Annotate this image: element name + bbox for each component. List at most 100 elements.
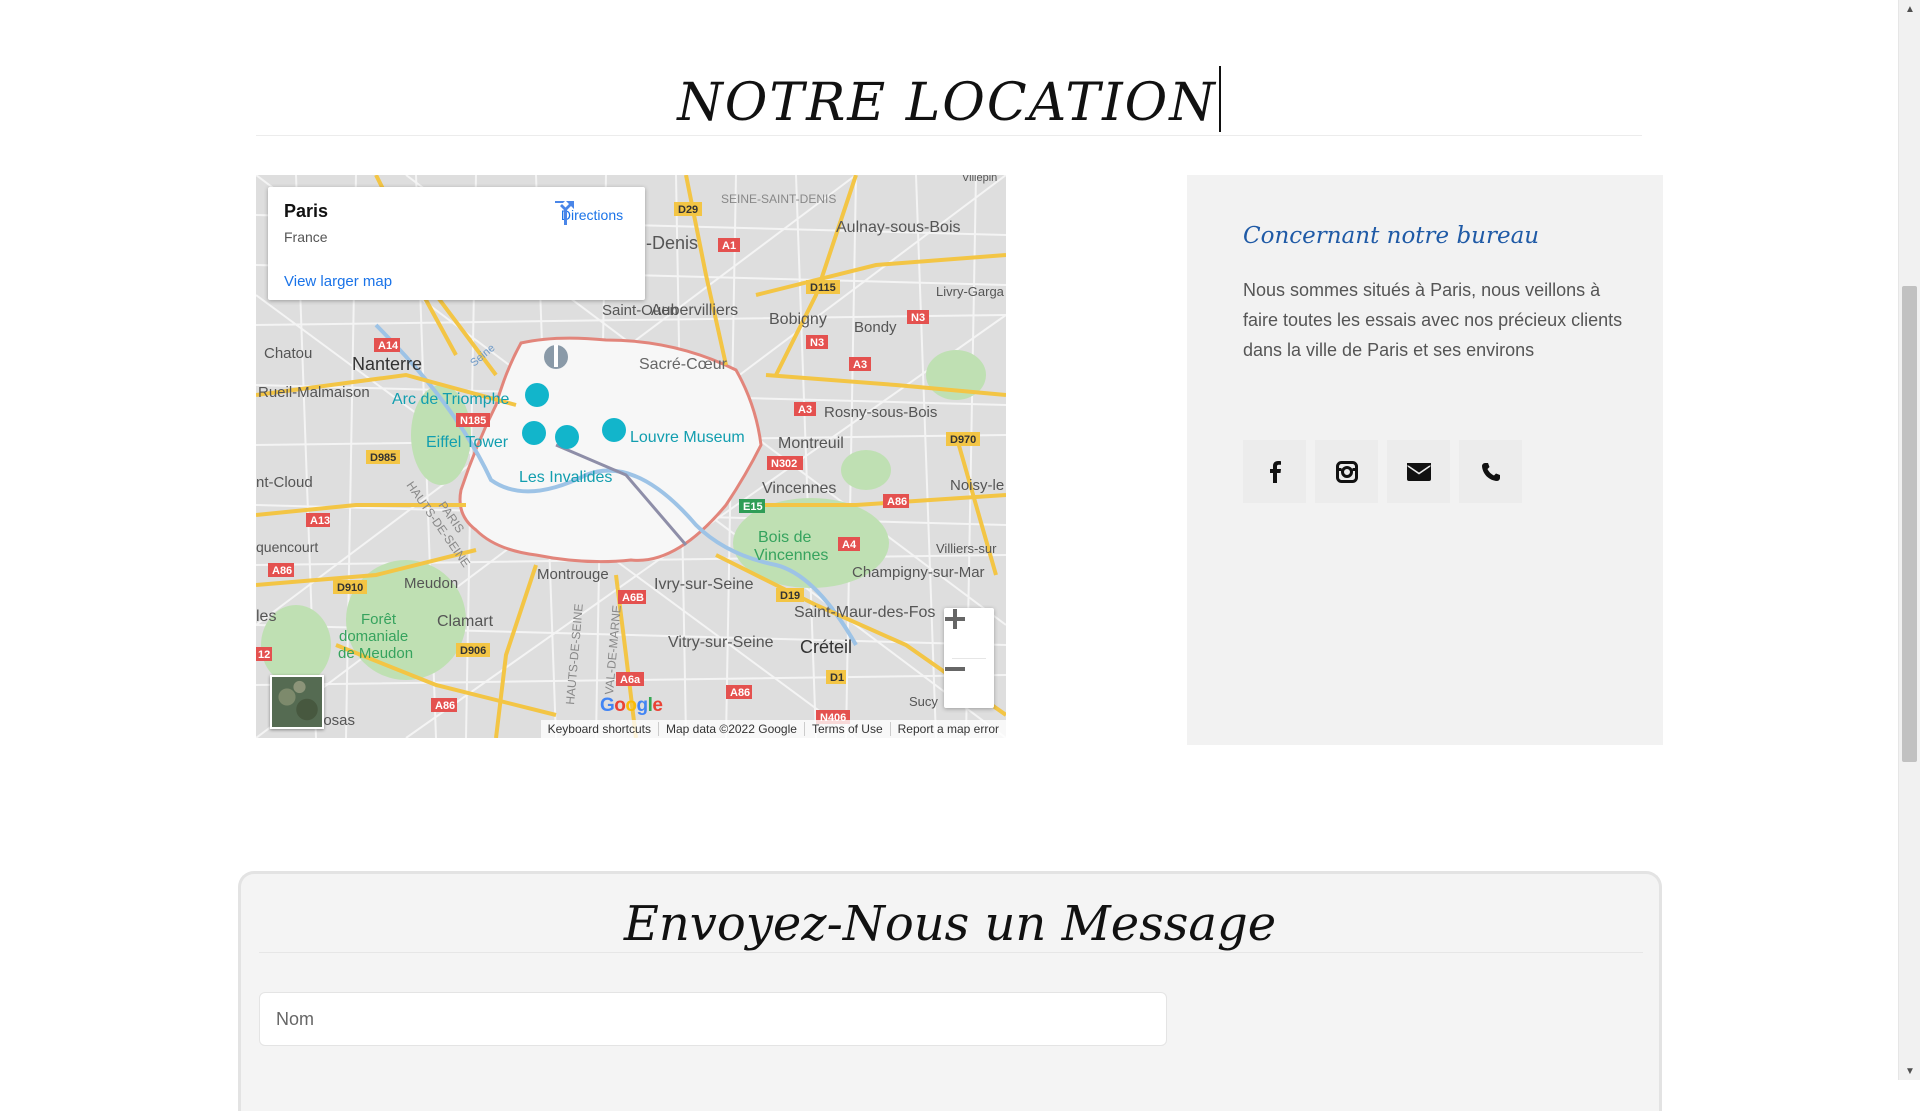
place-info-card: Paris France View larger map Directions — [268, 187, 645, 300]
road-shield: A13 — [306, 513, 330, 527]
map-label: Créteil — [800, 637, 852, 657]
zoom-out-button[interactable] — [944, 658, 994, 708]
map-label: Louvre Museum — [630, 429, 745, 446]
office-info-panel: Concernant notre bureau Nous sommes situ… — [1187, 175, 1663, 745]
map-label: -Denis — [646, 233, 698, 253]
vertical-scrollbar[interactable]: ▲ ▼ — [1898, 0, 1920, 1080]
svg-text:N185: N185 — [460, 415, 486, 427]
svg-text:A86: A86 — [887, 496, 907, 508]
svg-text:A86: A86 — [272, 565, 292, 577]
road-shield: D906 — [456, 643, 490, 657]
map-label: Livry-Garga — [936, 284, 1005, 299]
svg-text:A3: A3 — [853, 359, 867, 371]
svg-text:N3: N3 — [810, 337, 824, 349]
road-shield: D29 — [674, 202, 702, 216]
plus-icon — [945, 609, 965, 629]
svg-text:D910: D910 — [337, 582, 363, 594]
map-label: Chatou — [264, 345, 312, 362]
map-label: Bobigny — [769, 311, 827, 328]
svg-text:N3: N3 — [911, 312, 925, 324]
road-shield: A3 — [849, 357, 871, 371]
envelope-icon — [1406, 462, 1431, 481]
place-country: France — [284, 229, 328, 245]
google-map[interactable]: SEINE-SAINT-DENIS -Denis Aulnay-sous-Boi… — [256, 175, 1006, 738]
zoom-in-button[interactable] — [944, 608, 994, 658]
map-label: Sacré-Cœur — [639, 356, 728, 373]
road-shield: A86 — [268, 563, 294, 577]
road-shield: D1 — [826, 670, 846, 684]
map-label: Aulnay-sous-Bois — [836, 219, 961, 236]
svg-text:A6a: A6a — [620, 674, 641, 686]
report-map-error-link[interactable]: Report a map error — [891, 722, 1006, 736]
facebook-icon — [1269, 460, 1281, 483]
view-larger-map-link[interactable]: View larger map — [284, 273, 392, 290]
heading-divider — [256, 135, 1642, 136]
map-label: Bondy — [854, 319, 897, 336]
location-heading-text: NOTRE LOCATION — [677, 73, 1217, 133]
map-label: losas — [320, 712, 355, 729]
map-label: de Meudon — [338, 645, 413, 662]
social-links — [1243, 440, 1522, 503]
road-shield: A4 — [838, 537, 860, 551]
map-label: Eiffel Tower — [426, 434, 509, 451]
map-label: Ivry-sur-Seine — [654, 576, 754, 593]
road-shield: A86 — [883, 494, 909, 508]
road-shield: D19 — [776, 588, 804, 602]
keyboard-shortcuts-link[interactable]: Keyboard shortcuts — [541, 722, 659, 736]
map-label: les — [256, 608, 276, 625]
text-caret — [1218, 66, 1221, 132]
map-label: Villepin — [962, 175, 997, 184]
map-label: Montreuil — [778, 435, 844, 452]
map-label: Rueil-Malmaison — [258, 384, 370, 401]
svg-text:D29: D29 — [678, 204, 698, 216]
road-shield: A1 — [718, 238, 740, 252]
svg-text:D19: D19 — [780, 590, 800, 602]
road-shield: N3 — [907, 310, 929, 324]
map-label: domaniale — [339, 628, 408, 645]
map-label: Bois de — [758, 529, 811, 546]
svg-text:12: 12 — [258, 649, 270, 661]
email-button[interactable] — [1387, 440, 1450, 503]
map-label: Vincennes — [762, 480, 836, 497]
map-label: Villiers-sur — [936, 541, 997, 556]
svg-text:A3: A3 — [798, 404, 812, 416]
map-label: Meudon — [404, 575, 458, 592]
map-label: Clamart — [437, 613, 494, 630]
page: NOTRE LOCATION SEINE-SAINT-DENIS -Denis … — [0, 0, 1898, 1111]
contact-form: Envoyez-Nous un Message — [238, 871, 1662, 1111]
map-label: Forêt — [361, 611, 397, 628]
road-shield: D970 — [946, 432, 980, 446]
svg-text:D906: D906 — [460, 645, 486, 657]
facebook-button[interactable] — [1243, 440, 1306, 503]
scroll-thumb[interactable] — [1902, 286, 1917, 762]
phone-button[interactable] — [1459, 440, 1522, 503]
svg-text:D985: D985 — [370, 452, 396, 464]
map-label: Saint-Maur-des-Fos — [794, 604, 935, 621]
map-label: Sucy — [909, 694, 938, 709]
google-logo: Google — [600, 695, 663, 716]
map-label: Vincennes — [754, 547, 828, 564]
place-name: Paris — [284, 201, 329, 221]
svg-text:E15: E15 — [743, 501, 763, 513]
satellite-view-toggle[interactable] — [270, 675, 324, 729]
map-label: Champigny-sur-Mar — [852, 564, 985, 581]
road-shield: A6a — [616, 672, 644, 686]
directions-button[interactable]: Directions — [552, 201, 632, 225]
road-shield: 12 — [256, 647, 272, 661]
scroll-up-arrow[interactable]: ▲ — [1899, 0, 1920, 18]
instagram-button[interactable] — [1315, 440, 1378, 503]
scroll-down-arrow[interactable]: ▼ — [1899, 1062, 1920, 1080]
svg-text:A6B: A6B — [622, 592, 644, 604]
svg-text:A86: A86 — [730, 687, 750, 699]
road-shield: N3 — [806, 335, 828, 349]
office-title: Concernant notre bureau — [1243, 223, 1540, 249]
location-heading: NOTRE LOCATION — [256, 66, 1642, 133]
map-label: Aubervilliers — [651, 302, 738, 319]
form-divider — [259, 952, 1643, 953]
map-label: SEINE-SAINT-DENIS — [721, 192, 836, 206]
road-shield: N302 — [767, 456, 803, 470]
name-input[interactable] — [259, 992, 1167, 1046]
svg-text:A13: A13 — [310, 515, 330, 527]
road-shield: A14 — [374, 338, 400, 352]
terms-of-use-link[interactable]: Terms of Use — [805, 722, 891, 736]
